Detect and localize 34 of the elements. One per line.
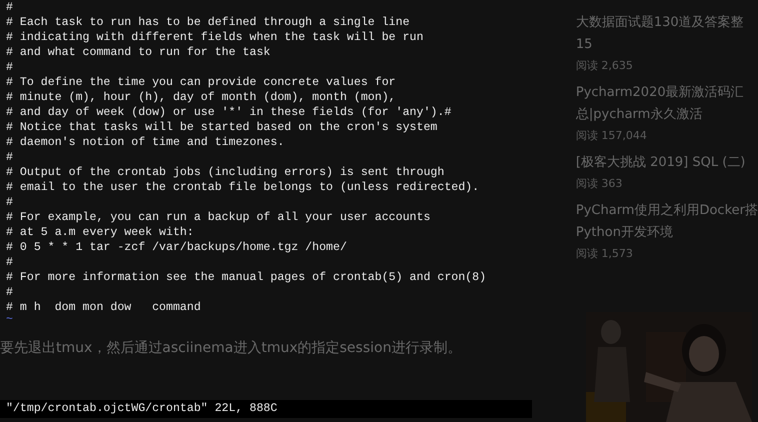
read-count: 阅读 157,044 bbox=[576, 128, 648, 144]
page-paragraph: 要先退出tmux，然后通过asciinema进入tmux的指定session进行录制。 bbox=[0, 339, 462, 357]
code-line: # bbox=[6, 285, 14, 300]
article-title[interactable]: Pycharm2020最新激活码汇 bbox=[576, 82, 758, 104]
code-line: # To define the time you can provide concrete values for bbox=[6, 75, 397, 90]
code-line: # email to the user the crontab file belongs to (unless redirected). bbox=[6, 180, 480, 195]
code-line: # 0 5 * * 1 tar -zcf /var/backups/home.tgz /home/ bbox=[6, 240, 348, 255]
code-line: # bbox=[6, 0, 14, 15]
code-line: # and day of week (dow) or use '*' in these fields (for 'any').# bbox=[6, 105, 452, 120]
article-title[interactable]: Python开发环境 bbox=[576, 222, 758, 244]
read-count: 阅读 363 bbox=[576, 176, 624, 192]
code-line: # bbox=[6, 255, 14, 270]
code-line: # Notice that tasks will be started based on the cron's system bbox=[6, 120, 438, 135]
article-title[interactable]: 大数据面试题130道及答案整 bbox=[576, 12, 758, 34]
empty-line-marker: ~ bbox=[6, 315, 14, 325]
code-line: # bbox=[6, 60, 14, 75]
code-line: # Output of the crontab jobs (including errors) is sent through bbox=[6, 165, 446, 180]
article-title[interactable]: [极客大挑战 2019] SQL (二) bbox=[576, 152, 758, 174]
article-title[interactable]: 总|pycharm永久激活 bbox=[576, 104, 758, 126]
code-line: # For more information see the manual pages of crontab(5) and cron(8) bbox=[6, 270, 488, 285]
article-title[interactable]: 15 bbox=[576, 34, 758, 56]
read-count: 阅读 2,635 bbox=[576, 58, 634, 74]
code-line: # m h dom mon dow command bbox=[6, 300, 202, 315]
article-title[interactable]: PyCharm使用之利用Docker搭 bbox=[576, 200, 758, 222]
code-line: # minute (m), hour (h), day of month (dom), month (mon), bbox=[6, 90, 397, 105]
code-line: # and what command to run for the task bbox=[6, 45, 272, 60]
read-count: 阅读 1,573 bbox=[576, 246, 634, 262]
code-line: # daemon's notion of time and timezones. bbox=[6, 135, 286, 150]
code-line: # bbox=[6, 195, 14, 210]
code-line: # at 5 a.m every week with: bbox=[6, 225, 195, 240]
code-line: # For example, you can run a backup of all your user accounts bbox=[6, 210, 432, 225]
code-line: # bbox=[6, 150, 14, 165]
code-line: # Each task to run has to be defined through a single line bbox=[6, 15, 411, 30]
code-line: # indicating with different fields when the task will be run bbox=[6, 30, 424, 45]
